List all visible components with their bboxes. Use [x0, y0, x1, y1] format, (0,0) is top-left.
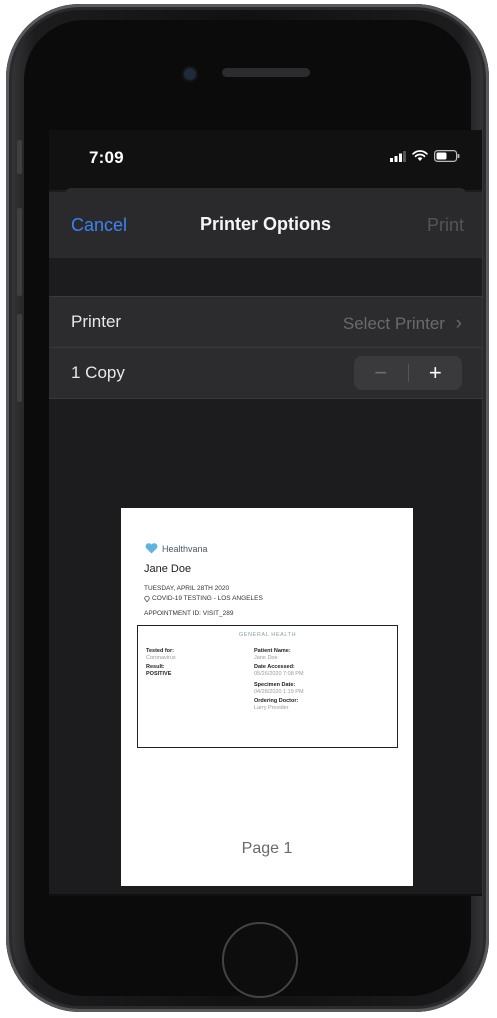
result-value: POSITIVE [146, 670, 172, 677]
tested-for-label: Tested for: [146, 648, 175, 654]
copies-stepper[interactable]: − + [354, 356, 462, 390]
select-printer-text: Select Printer [342, 314, 445, 333]
front-camera [184, 68, 196, 80]
location-text: COVID-19 TESTING - LOS ANGELES [152, 595, 263, 602]
print-preview-page[interactable]: Healthvana Jane Doe TUESDAY, APRIL 28TH … [121, 508, 413, 886]
appointment-location: COVID-19 TESTING - LOS ANGELES [144, 595, 263, 602]
tested-for-field: Tested for: Coronavirus [146, 648, 176, 661]
printer-row[interactable]: Printer Select Printer › [49, 296, 482, 348]
date-accessed-value: 05/26/2020 7:08 PM [254, 670, 304, 677]
printer-label: Printer [71, 312, 122, 331]
specimen-date-value: 04/28/2020 1:19 PM [254, 688, 304, 695]
battery-icon [434, 150, 460, 162]
appointment-date: TUESDAY, APRIL 28TH 2020 [144, 585, 230, 592]
tested-for-value: Coronavirus [146, 654, 176, 661]
status-bar: 7:09 [49, 130, 482, 190]
signal-icon [390, 150, 406, 162]
chevron-right-icon: › [455, 313, 462, 334]
navigation-bar: Cancel Printer Options Print [49, 192, 482, 258]
section-gap [49, 258, 482, 296]
patient-name-value: Jane Doe [254, 654, 278, 661]
earpiece-speaker [222, 68, 310, 77]
page-number-label: Page 1 [241, 840, 293, 857]
location-pin-icon [144, 595, 150, 602]
logo-text: Healthvana [162, 543, 208, 554]
mute-switch [17, 140, 22, 174]
copies-row: 1 Copy − + [49, 348, 482, 399]
patient-name-field: Patient Name: Jane Doe [254, 648, 291, 661]
decrement-button[interactable]: − [354, 356, 408, 390]
ordering-doctor-field: Ordering Doctor: Larry Provider [254, 698, 298, 711]
select-printer-value[interactable]: Select Printer › [343, 313, 462, 335]
date-accessed-field: Date Accessed: 05/26/2020 7:08 PM [254, 664, 304, 677]
wifi-icon [412, 150, 428, 161]
result-box-title: GENERAL HEALTH [238, 632, 297, 638]
ordering-doctor-value: Larry Provider [254, 704, 289, 711]
healthvana-logo: Healthvana [145, 543, 208, 554]
screen: 7:09 Cancel Printer Options Print Printe… [49, 130, 482, 896]
home-button[interactable] [222, 922, 298, 998]
patient-name-label: Patient Name: [254, 648, 291, 654]
copies-label: 1 Copy [71, 363, 125, 382]
heart-icon [145, 543, 158, 554]
nav-title: Printer Options [199, 214, 331, 234]
patient-heading: Jane Doe [144, 563, 192, 575]
status-time: 7:09 [89, 148, 124, 167]
volume-down-button [17, 314, 22, 402]
screen-bottom-edge [49, 894, 482, 896]
appointment-id: APPOINTMENT ID: VISIT_289 [144, 610, 234, 617]
specimen-date-field: Specimen Date: 04/28/2020 1:19 PM [254, 682, 304, 695]
increment-button[interactable]: + [409, 356, 463, 390]
result-field: Result: POSITIVE [146, 664, 171, 677]
result-box: GENERAL HEALTH Tested for: Coronavirus R… [137, 625, 398, 748]
ordering-doctor-label: Ordering Doctor: [254, 698, 299, 704]
volume-up-button [17, 208, 22, 296]
status-icons [390, 150, 460, 162]
print-button[interactable]: Print [427, 215, 464, 236]
